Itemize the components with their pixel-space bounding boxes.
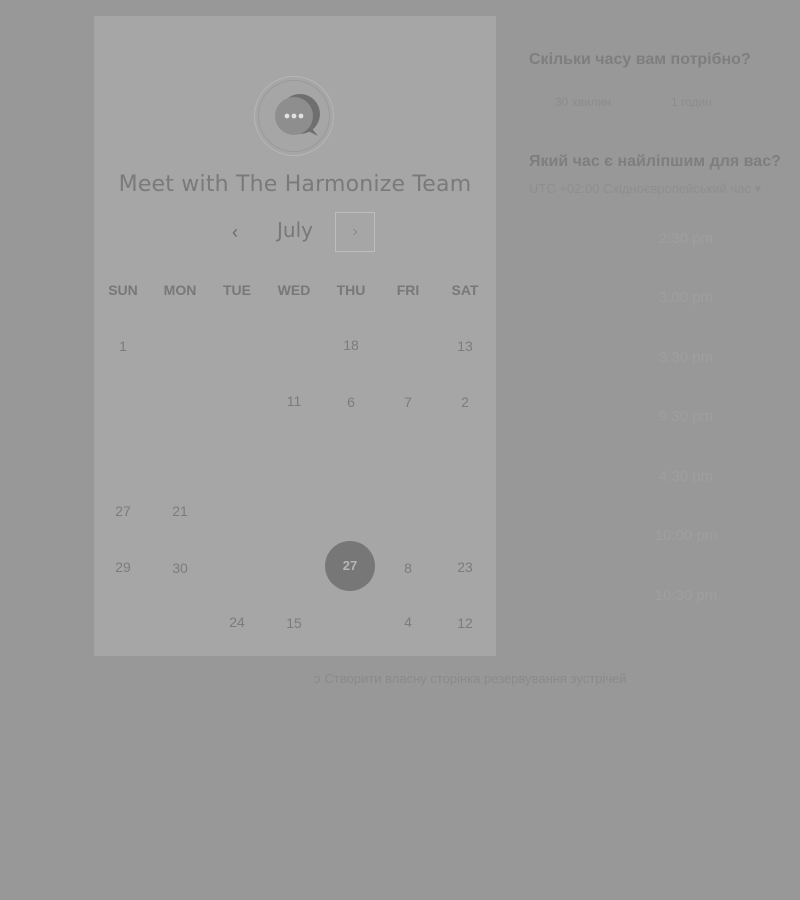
weekday-thu: THU [336,282,366,298]
calendar-day[interactable]: 23 [437,542,493,592]
time-slot[interactable]: 3:00 pm [600,289,772,306]
calendar-day[interactable]: 8 [380,543,436,593]
hubspot-sprocket-icon: ↄ [314,671,321,686]
time-question: Який час є найліпшим для вас? [529,153,781,170]
calendar-day[interactable]: 12 [437,598,493,648]
calendar-day[interactable]: 27 [95,486,151,536]
calendar-day[interactable]: 2 [437,377,493,427]
duration-question: Скільки часу вам потрібно? [529,51,751,68]
timezone-label: UTC +02:00 Східноєвропейський час [529,181,751,196]
chevron-right-icon[interactable]: › [335,212,375,252]
time-slot[interactable]: 3:30 pm [600,349,772,366]
time-slot[interactable]: 9:30 pm [600,408,772,425]
create-booking-page-label: Створити власну сторінка резервування зу… [324,671,627,686]
weekday-wed: WED [277,282,311,298]
calendar-day[interactable]: 30 [152,543,208,593]
calendar-day[interactable]: 7 [380,377,436,427]
time-slot[interactable]: 10:30 pm [600,587,772,604]
duration-option-30min[interactable]: 30 хвилин [555,95,611,109]
weekday-sat: SAT [451,282,479,298]
time-slot[interactable]: 2:30 pm [600,230,772,247]
weekday-sun: SUN [108,282,138,298]
calendar-day[interactable]: 24 [209,597,265,647]
calendar-day[interactable]: 13 [437,321,493,371]
time-slot[interactable]: 10:00 pm [600,527,772,544]
chevron-left-icon[interactable]: ‹ [220,212,250,252]
calendar-day[interactable]: 21 [152,486,208,536]
time-slot[interactable]: 4:30 pm [600,468,772,485]
meeting-title: Meet with The Harmonize Team [118,172,472,197]
weekday-fri: FRI [396,282,420,298]
weekday-tue: TUE [223,282,251,298]
month-label: July [277,218,313,242]
create-booking-page-link[interactable]: ↄ Створити власну сторінка резервування … [314,671,627,686]
chevron-down-icon: ▾ [754,181,762,196]
calendar-day[interactable]: 4 [380,597,436,647]
calendar-day[interactable]: 29 [95,542,151,592]
calendar-day[interactable]: 6 [323,377,379,427]
weekday-mon: MON [163,282,197,298]
calendar-day[interactable]: 1 [95,321,151,371]
calendar-day[interactable]: 18 [323,320,379,370]
duration-option-1hour[interactable]: 1 годин [671,95,712,109]
booking-card: Meet with The Harmonize Team ‹ July › SU… [94,16,496,656]
calendar-day[interactable]: 11 [266,376,322,426]
timezone-selector[interactable]: UTC +02:00 Східноєвропейський час ▾ [529,181,800,197]
calendar-day[interactable]: 15 [266,598,322,648]
calendar-day-selected[interactable]: 27 [325,541,375,591]
month-navigation: ‹ July › [94,212,496,256]
chat-bubble-icon [275,94,320,136]
